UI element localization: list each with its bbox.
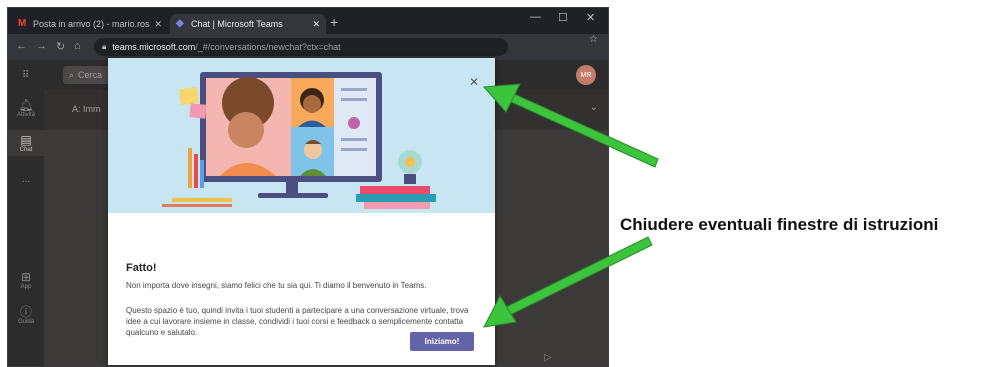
arrow-to-start-button <box>483 236 653 328</box>
annotation-arrows <box>482 83 659 328</box>
arrow-to-close <box>482 83 659 168</box>
instruction-annotation: Chiudere eventuali finestre di istruzion… <box>620 215 939 234</box>
